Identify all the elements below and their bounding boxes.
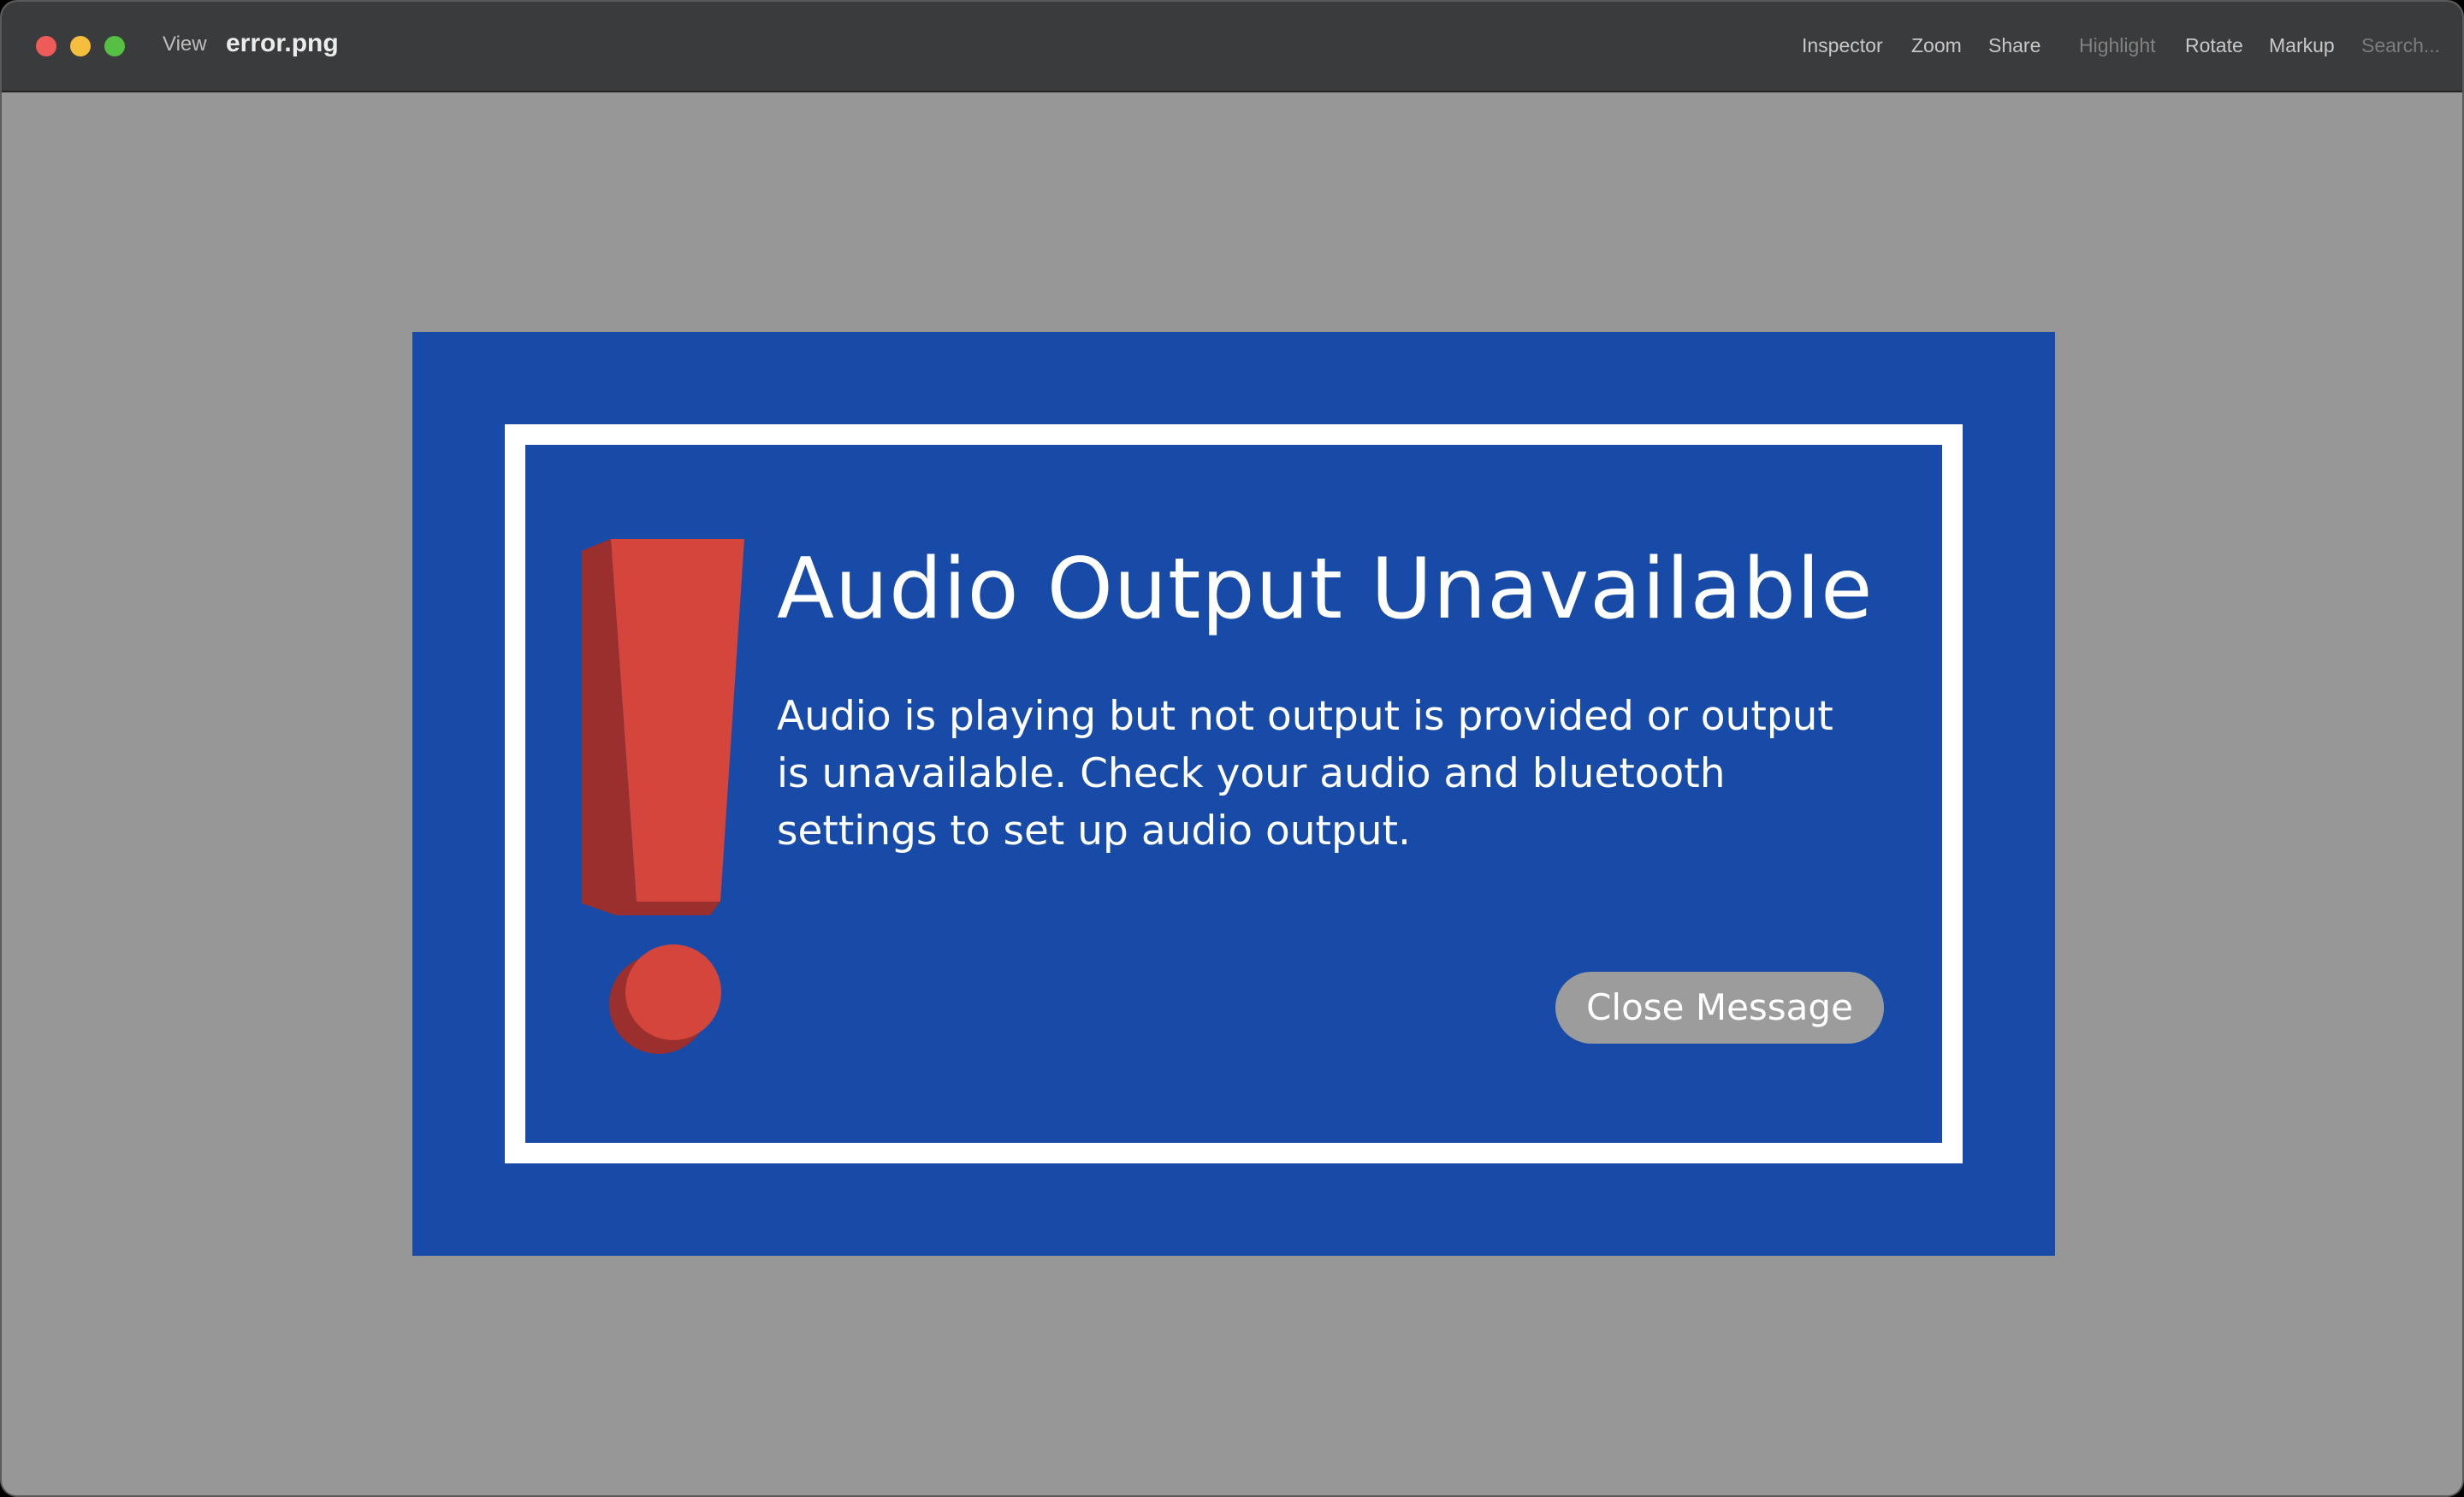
zoom-button[interactable]: Zoom: [1911, 34, 1962, 57]
dialog-message: Audio is playing but not output is provi…: [777, 693, 1833, 855]
exclamation-dot: [609, 944, 721, 1054]
view-menu-button[interactable]: View: [163, 33, 207, 56]
close-message-button[interactable]: Close Message: [1555, 972, 1884, 1044]
error-image: Audio Output Unavailable Audio is playin…: [412, 332, 2055, 1256]
error-dialog: Audio Output Unavailable Audio is playin…: [525, 445, 1942, 1143]
close-window-button[interactable]: [36, 36, 56, 56]
image-canvas: Audio Output Unavailable Audio is playin…: [2, 92, 2462, 1495]
dialog-title: Audio Output Unavailable: [777, 541, 1874, 638]
highlight-button[interactable]: Highlight: [2079, 34, 2156, 57]
markup-button[interactable]: Markup: [2269, 34, 2335, 57]
rotate-button[interactable]: Rotate: [2185, 34, 2243, 57]
maximize-window-button[interactable]: [104, 36, 125, 56]
search-input[interactable]: Search...: [2361, 34, 2440, 57]
share-button[interactable]: Share: [1988, 34, 2040, 57]
window-title: error.png: [226, 29, 339, 57]
minimize-window-button[interactable]: [70, 36, 91, 56]
exclamation-icon: [582, 539, 744, 915]
preview-window: View error.png Inspector Zoom Share High…: [0, 0, 2464, 1497]
inspector-button[interactable]: Inspector: [1802, 34, 1883, 57]
title-bar: View error.png Inspector Zoom Share High…: [2, 2, 2462, 92]
dialog-border: Audio Output Unavailable Audio is playin…: [505, 424, 1963, 1163]
